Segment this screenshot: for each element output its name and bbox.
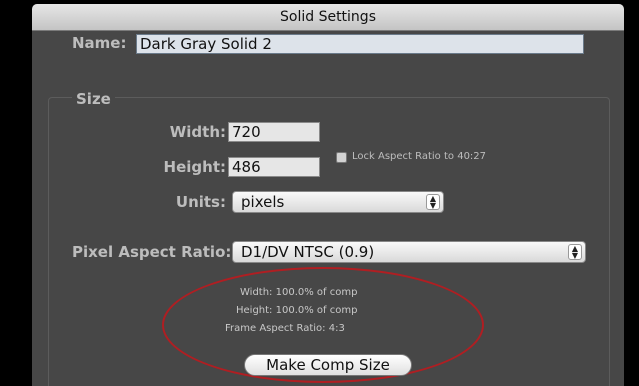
- select-arrows-icon: ▲ ▼: [568, 244, 582, 260]
- name-label: Name:: [72, 34, 127, 52]
- units-select[interactable]: pixels ▲ ▼: [232, 191, 444, 213]
- size-group-title: Size: [72, 90, 115, 108]
- height-field[interactable]: 486: [228, 157, 320, 177]
- width-label: Width:: [169, 123, 226, 141]
- dialog-title: Solid Settings: [32, 4, 624, 31]
- height-label: Height:: [163, 158, 226, 176]
- units-label: Units:: [175, 193, 226, 211]
- width-field[interactable]: 720: [228, 122, 320, 142]
- pixel-aspect-ratio-label: Pixel Aspect Ratio:: [72, 243, 232, 261]
- select-arrows-icon: ▲ ▼: [426, 194, 440, 210]
- pixel-aspect-ratio-select[interactable]: D1/DV NTSC (0.9) ▲ ▼: [232, 241, 586, 263]
- lock-aspect-ratio-label: Lock Aspect Ratio to 40:27: [352, 151, 487, 162]
- name-field[interactable]: Dark Gray Solid 2: [136, 34, 584, 54]
- units-select-value: pixels: [241, 193, 285, 211]
- lock-aspect-ratio-checkbox[interactable]: [336, 152, 347, 163]
- make-comp-size-button[interactable]: Make Comp Size: [244, 354, 412, 376]
- pixel-aspect-ratio-value: D1/DV NTSC (0.9): [241, 243, 375, 261]
- solid-settings-dialog: Solid Settings Name: Dark Gray Solid 2 S…: [32, 4, 624, 386]
